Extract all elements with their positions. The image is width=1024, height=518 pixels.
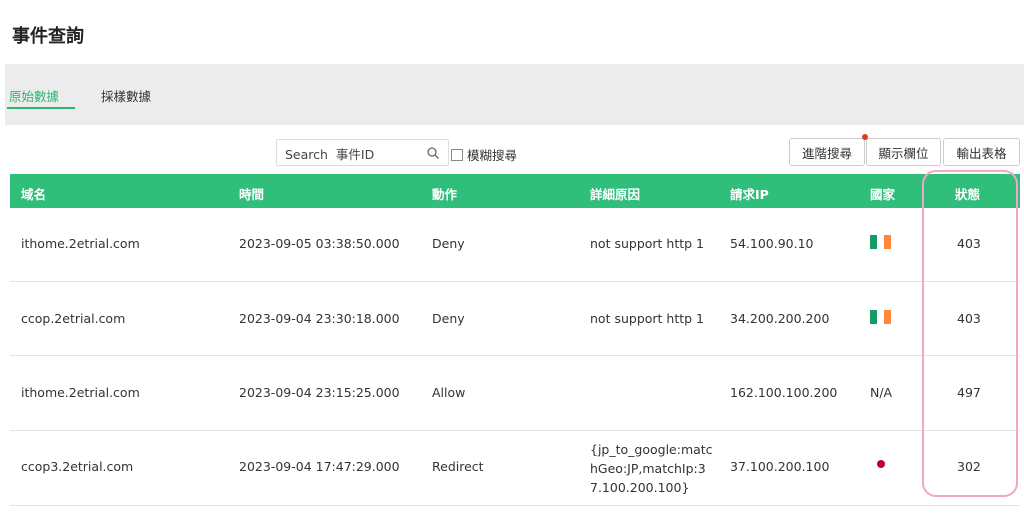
cell-domain: ccop.2etrial.com [21, 311, 126, 326]
japan-flag-icon [877, 460, 885, 468]
header-reason[interactable]: 詳細原因 [590, 184, 640, 203]
header-request-ip[interactable]: 請求IP [730, 184, 769, 203]
show-columns-button[interactable]: 顯示欄位 [866, 138, 941, 166]
cell-request-ip: 162.100.100.200 [730, 385, 838, 400]
cell-country: N/A [870, 385, 893, 400]
cell-status: 403 [957, 311, 981, 326]
header-time[interactable]: 時間 [239, 184, 264, 203]
cell-time: 2023-09-05 03:38:50.000 [239, 236, 400, 251]
export-table-button[interactable]: 輸出表格 [943, 138, 1020, 166]
search-icon[interactable] [426, 146, 440, 160]
header-country[interactable]: 國家 [870, 184, 895, 203]
notification-dot [862, 134, 868, 140]
cell-request-ip: 34.200.200.200 [730, 311, 830, 326]
cell-time: 2023-09-04 23:15:25.000 [239, 385, 400, 400]
fuzzy-search-label: 模糊搜尋 [467, 148, 518, 163]
tab-content-strip [5, 109, 1024, 125]
cell-reason-line: hGeo:JP,matchIp:3 [590, 461, 706, 476]
advanced-search-button[interactable]: 進階搜尋 [789, 138, 865, 166]
cell-status: 403 [957, 236, 981, 251]
cell-domain: ithome.2etrial.com [21, 236, 140, 251]
header-domain[interactable]: 域名 [21, 184, 46, 203]
cell-reason: not support http 1 [590, 236, 704, 251]
header-status[interactable]: 狀態 [955, 184, 980, 203]
tab-raw-data[interactable]: 原始數據 [9, 86, 59, 105]
cell-action: Allow [432, 385, 466, 400]
cell-action: Deny [432, 311, 465, 326]
cell-time: 2023-09-04 17:47:29.000 [239, 459, 400, 474]
header-action[interactable]: 動作 [432, 184, 457, 203]
table-row[interactable]: ithome.2etrial.com 2023-09-05 03:38:50.0… [10, 208, 1020, 282]
search-box [276, 139, 449, 166]
cell-action: Deny [432, 236, 465, 251]
fuzzy-search-checkbox[interactable] [451, 148, 463, 161]
table-row[interactable]: ccop.2etrial.com 2023-09-04 23:30:18.000… [10, 282, 1020, 356]
cell-request-ip: 54.100.90.10 [730, 236, 814, 251]
search-input[interactable] [283, 144, 427, 164]
table-row[interactable]: ccop3.2etrial.com 2023-09-04 17:47:29.00… [10, 431, 1020, 506]
cell-request-ip: 37.100.200.100 [730, 459, 830, 474]
cell-status: 302 [957, 459, 981, 474]
table-header: 域名 時間 動作 詳細原因 請求IP 國家 狀態 [10, 174, 1020, 208]
tab-bar: 原始數據 採樣數據 [5, 64, 1024, 109]
tab-sampled-data[interactable]: 採樣數據 [101, 86, 151, 105]
cell-domain: ccop3.2etrial.com [21, 459, 134, 474]
cell-reason-line: 7.100.200.100} [590, 480, 690, 495]
cell-domain: ithome.2etrial.com [21, 385, 140, 400]
ireland-flag-icon [870, 235, 891, 249]
ireland-flag-icon [870, 310, 891, 324]
cell-reason-line: {jp_to_google:matc [590, 442, 713, 457]
cell-reason: not support http 1 [590, 311, 704, 326]
cell-reason: {jp_to_google:matc hGeo:JP,matchIp:3 7.1… [590, 440, 713, 497]
page-title: 事件查詢 [12, 26, 84, 47]
cell-status: 497 [957, 385, 981, 400]
fuzzy-search-option: 模糊搜尋 [451, 145, 517, 164]
table-row[interactable]: ithome.2etrial.com 2023-09-04 23:15:25.0… [10, 356, 1020, 431]
cell-action: Redirect [432, 459, 484, 474]
cell-time: 2023-09-04 23:30:18.000 [239, 311, 400, 326]
